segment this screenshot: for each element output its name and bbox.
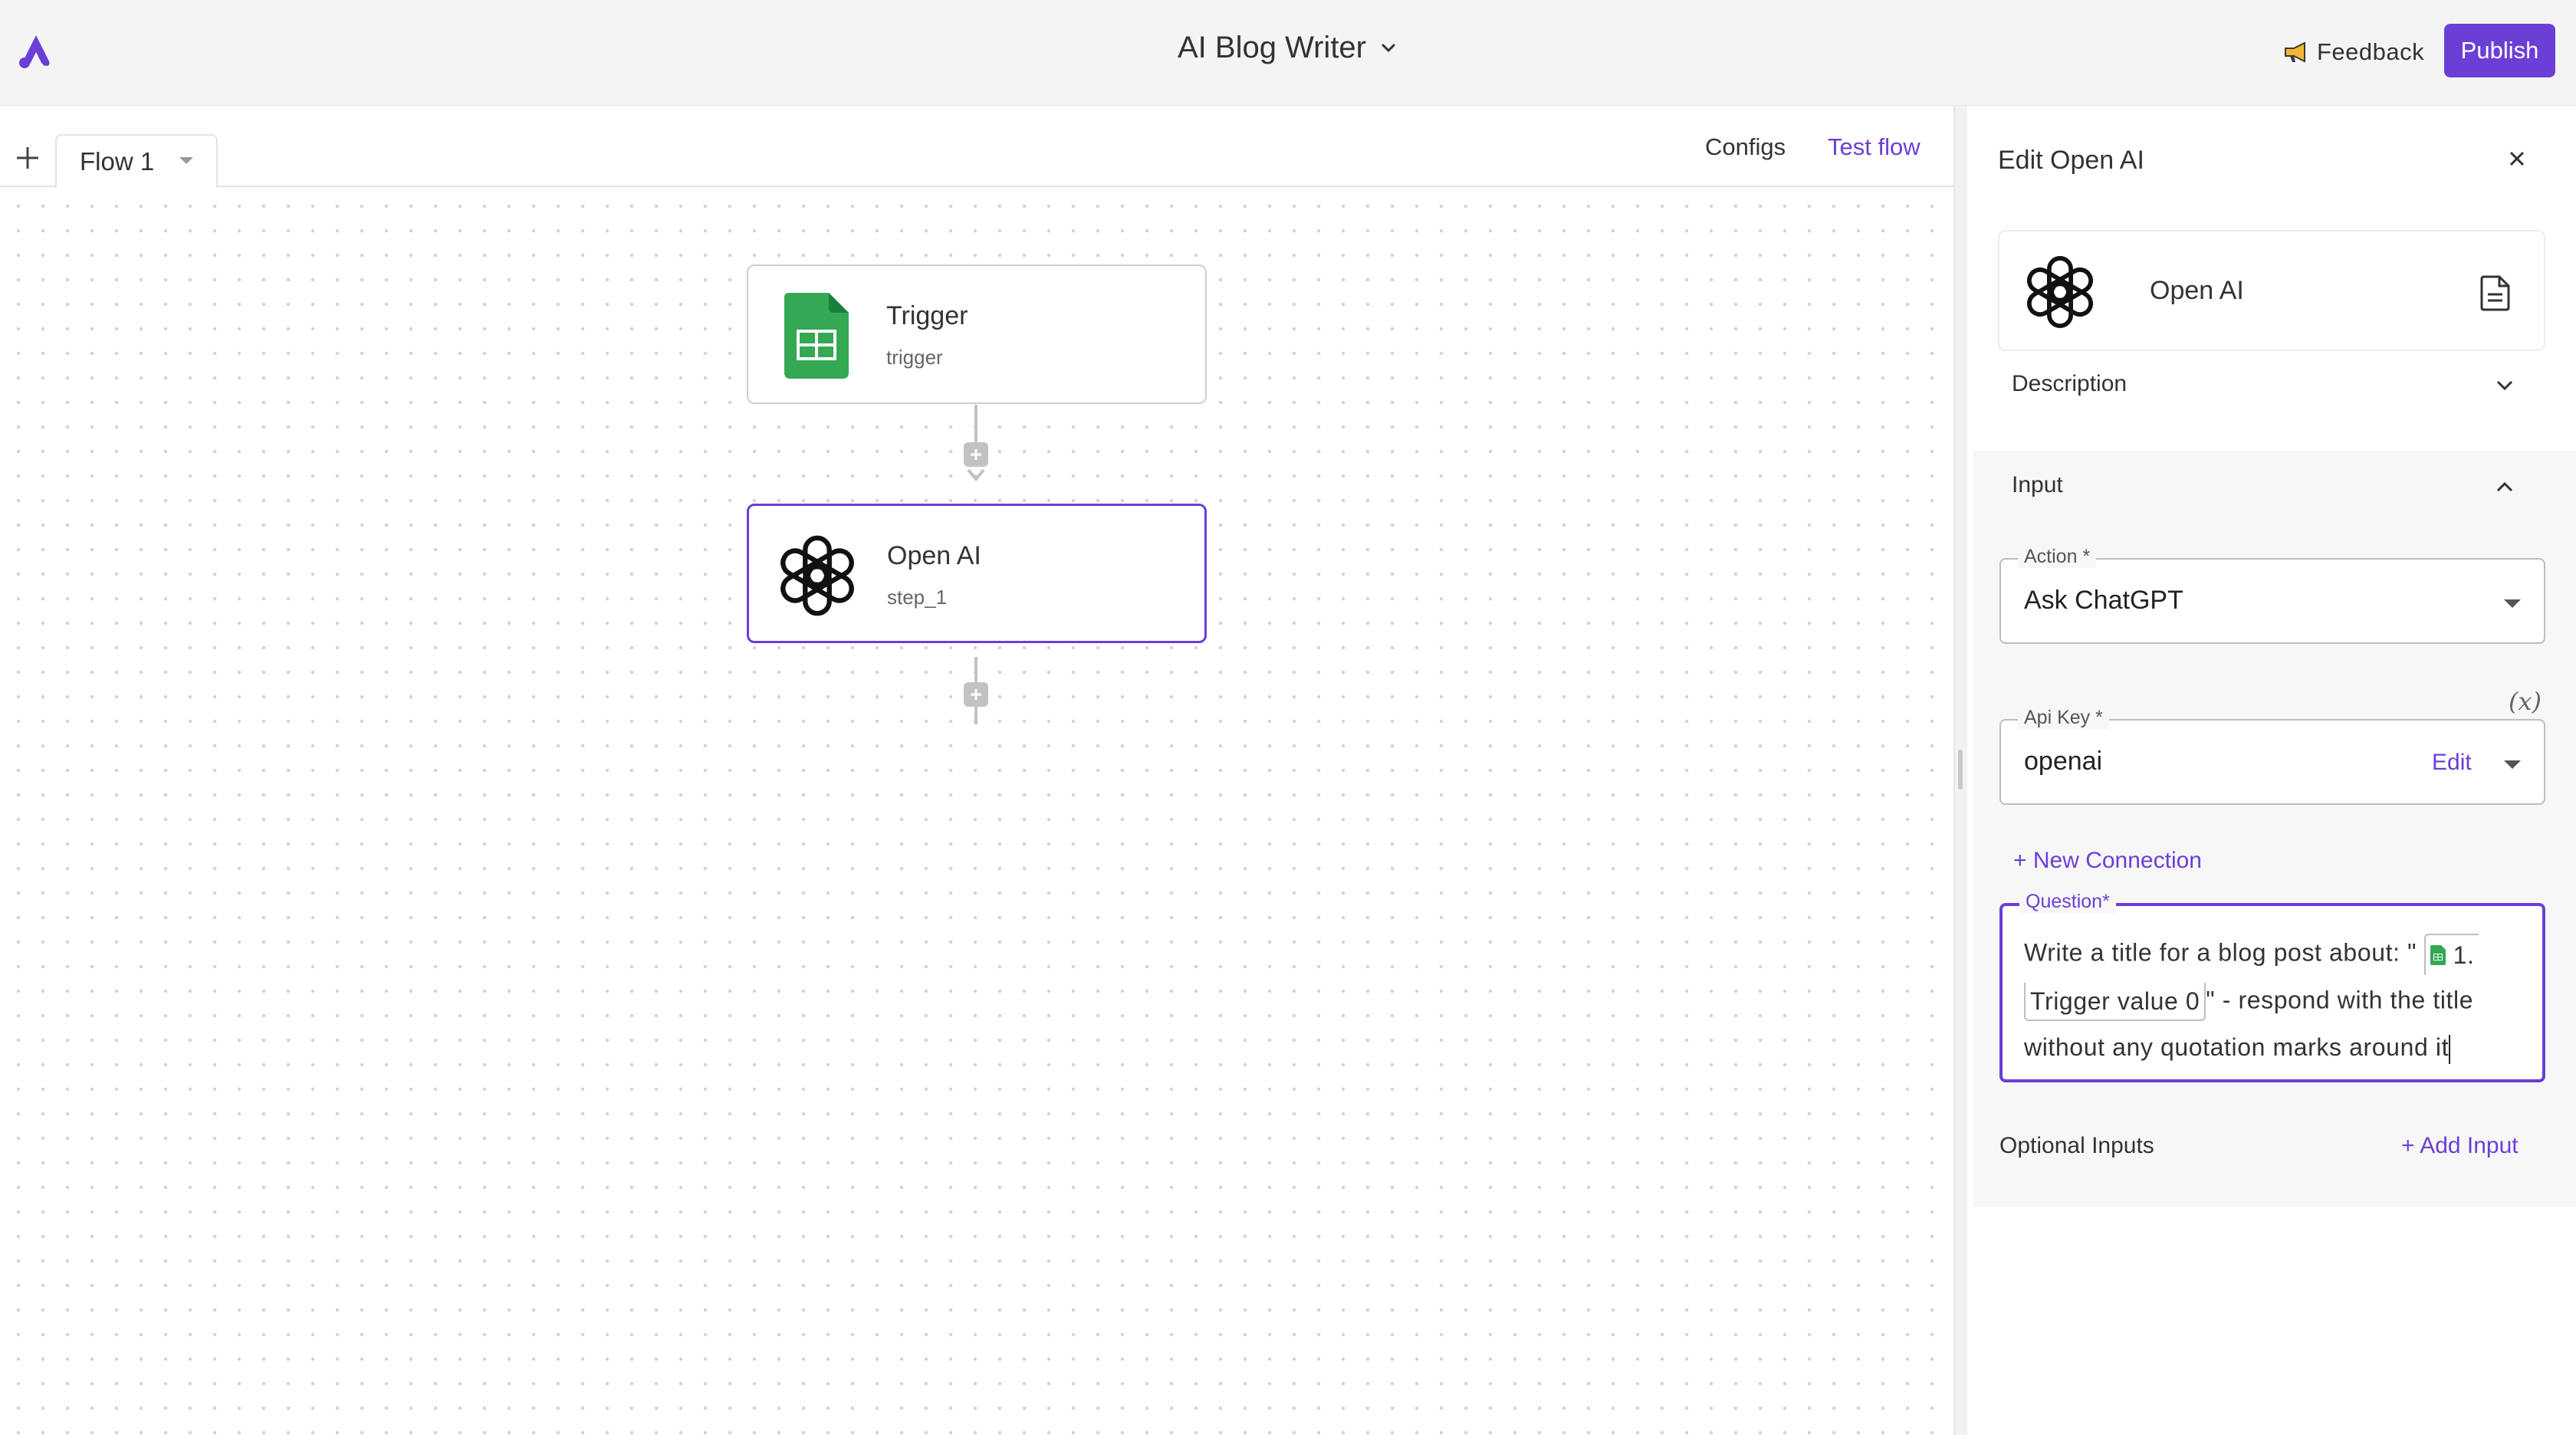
tab-flow-1-label: Flow 1 xyxy=(80,146,155,176)
question-input[interactable]: Question* Write a title for a blog post … xyxy=(1999,891,2545,1082)
flow-tabs-bar: Flow 1 Configs Test flow xyxy=(0,106,1953,189)
trigger-node[interactable]: Trigger trigger xyxy=(747,264,1207,404)
chip-step-number: 1. xyxy=(2453,941,2475,969)
caret-down-icon[interactable] xyxy=(179,157,193,164)
piece-info-card: Open AI xyxy=(1998,230,2545,351)
panel-resize-handle[interactable] xyxy=(1953,106,1967,1435)
flow-canvas[interactable]: Trigger trigger Open AI step_1 xyxy=(0,188,1953,1435)
google-sheets-icon xyxy=(771,291,862,381)
chip-value-name: Trigger value 0 xyxy=(2030,987,2200,1015)
text-cursor xyxy=(2449,1034,2451,1064)
chevron-down-icon xyxy=(1382,44,1395,52)
variable-icon[interactable]: (x) xyxy=(2509,687,2542,716)
test-flow-button[interactable]: Test flow xyxy=(1828,133,1921,161)
close-icon[interactable] xyxy=(2504,146,2530,172)
node-subtitle: step_1 xyxy=(887,586,948,609)
add-input-button[interactable]: + Add Input xyxy=(2401,1133,2518,1159)
megaphone-icon xyxy=(2285,41,2305,63)
question-line-1: Write a title for a blog post about: " 1… xyxy=(2024,934,2479,975)
arrow-down-icon xyxy=(967,468,985,482)
flow-title: AI Blog Writer xyxy=(1178,31,1366,64)
feedback-button[interactable]: Feedback xyxy=(2283,31,2424,74)
action-label: Action * xyxy=(2018,546,2097,568)
openai-step-node[interactable]: Open AI step_1 xyxy=(747,504,1207,643)
openai-icon xyxy=(772,530,863,621)
dropdown-caret-icon xyxy=(2504,760,2521,769)
edit-connection-link[interactable]: Edit xyxy=(2432,750,2472,776)
question-text: without any quotation marks around it xyxy=(2024,1033,2450,1061)
description-label: Description xyxy=(2012,371,2128,396)
configs-button[interactable]: Configs xyxy=(1705,133,1786,161)
node-title: Trigger xyxy=(886,301,968,330)
input-label: Input xyxy=(2012,472,2063,497)
question-text: " - respond with the title xyxy=(2206,986,2474,1014)
feedback-label: Feedback xyxy=(2317,38,2425,65)
trigger-value-chip-continued[interactable]: Trigger value 0 xyxy=(2024,983,2206,1021)
document-icon[interactable] xyxy=(2479,274,2512,311)
add-step-button[interactable] xyxy=(964,442,988,467)
flow-title-dropdown[interactable]: AI Blog Writer xyxy=(1178,31,1398,65)
description-section-toggle[interactable]: Description xyxy=(1998,350,2545,419)
api-key-value: openai xyxy=(2024,747,2103,776)
add-flow-plus-icon[interactable] xyxy=(14,144,41,172)
node-subtitle: trigger xyxy=(886,346,943,369)
question-line-2: Trigger value 0 " - respond with the tit… xyxy=(2024,983,2473,1021)
trigger-value-chip[interactable]: 1. xyxy=(2423,934,2479,975)
top-bar: AI Blog Writer Feedback Publish xyxy=(0,0,2576,106)
input-section-toggle[interactable]: Input xyxy=(1998,451,2545,520)
step-settings-panel: Edit Open AI Open AI Description Input A… xyxy=(1967,106,2576,1435)
question-label: Question* xyxy=(2019,891,2116,913)
piece-name: Open AI xyxy=(2150,276,2244,305)
tab-flow-1[interactable]: Flow 1 xyxy=(55,134,218,189)
chevron-up-icon xyxy=(2496,481,2513,492)
action-value: Ask ChatGPT xyxy=(2024,586,2183,615)
resize-grip[interactable] xyxy=(1958,750,1963,790)
node-title: Open AI xyxy=(887,541,981,570)
question-text: Write a title for a blog post about: " xyxy=(2024,938,2417,967)
dropdown-caret-icon xyxy=(2504,599,2521,608)
plus-icon xyxy=(971,689,981,700)
plus-icon xyxy=(971,449,981,460)
google-sheets-icon xyxy=(2430,945,2446,965)
flow-title-container: AI Blog Writer xyxy=(0,31,2576,65)
new-connection-link[interactable]: + New Connection xyxy=(2013,848,2202,874)
publish-button[interactable]: Publish xyxy=(2444,24,2555,77)
add-step-button[interactable] xyxy=(964,682,988,707)
chevron-down-icon xyxy=(2496,380,2513,391)
api-key-select[interactable]: Api Key * openai Edit xyxy=(1999,707,2545,805)
question-line-3: without any quotation marks around it xyxy=(2024,1033,2451,1064)
panel-title: Edit Open AI xyxy=(1998,146,2144,175)
action-select[interactable]: Action * Ask ChatGPT xyxy=(1999,546,2545,644)
api-key-label: Api Key * xyxy=(2018,707,2109,729)
optional-inputs-label: Optional Inputs xyxy=(1999,1133,2154,1158)
openai-icon xyxy=(2026,255,2094,329)
